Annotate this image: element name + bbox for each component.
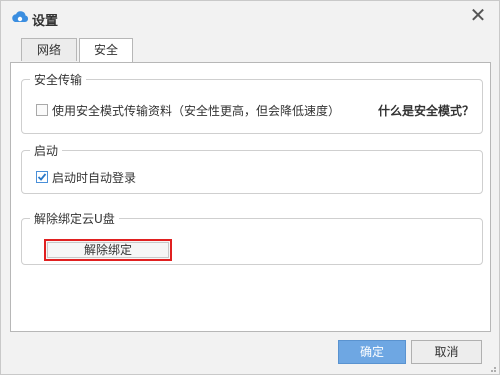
resize-grip-icon[interactable] bbox=[487, 362, 497, 372]
secure-transfer-group: 安全传输 使用安全模式传输资料（安全性更高，但会降低速度） 什么是安全模式？ bbox=[21, 71, 483, 134]
secure-transfer-legend: 安全传输 bbox=[34, 73, 83, 87]
ok-button[interactable]: 确定 bbox=[338, 340, 406, 364]
unbind-button[interactable]: 解除绑定 bbox=[44, 239, 172, 261]
security-panel: 安全传输 使用安全模式传输资料（安全性更高，但会降低速度） 什么是安全模式？ 启… bbox=[10, 62, 491, 332]
close-icon[interactable]: ✕ bbox=[467, 4, 489, 26]
secure-mode-checkbox[interactable] bbox=[36, 104, 48, 116]
secure-mode-label[interactable]: 使用安全模式传输资料（安全性更高，但会降低速度） bbox=[52, 102, 340, 119]
auto-login-label[interactable]: 启动时自动登录 bbox=[52, 169, 136, 186]
tab-security[interactable]: 安全 bbox=[79, 38, 133, 63]
auto-login-checkbox[interactable] bbox=[36, 171, 48, 183]
startup-group: 启动 启动时自动登录 bbox=[21, 142, 483, 194]
cloud-icon bbox=[10, 8, 30, 28]
startup-legend: 启动 bbox=[34, 144, 59, 158]
unbind-button-label: 解除绑定 bbox=[83, 243, 132, 257]
cancel-button[interactable]: 取消 bbox=[411, 340, 482, 364]
what-is-secure-mode-link[interactable]: 什么是安全模式？ bbox=[378, 102, 474, 119]
window-title: 设置 bbox=[32, 14, 59, 29]
checkmark-icon bbox=[37, 173, 47, 181]
tab-network[interactable]: 网络 bbox=[21, 38, 77, 61]
settings-dialog: 设置 ✕ 网络 安全 安全传输 使用安全模式传输资料（安全性更高，但会降低速度）… bbox=[0, 0, 500, 375]
title-bar[interactable]: 设置 ✕ bbox=[1, 1, 499, 35]
unbind-group: 解除绑定云U盘 解除绑定 bbox=[21, 210, 483, 265]
unbind-legend: 解除绑定云U盘 bbox=[34, 212, 115, 226]
